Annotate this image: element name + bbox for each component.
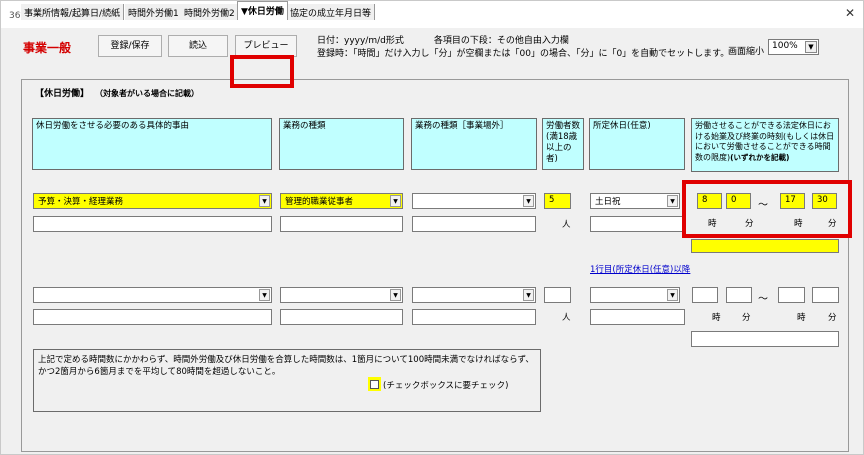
section-note: （対象者がいる場合に記載） [99, 89, 200, 98]
header-workers: 労働者数(満18歳以上の者) [542, 118, 584, 170]
header-limit: 労働させることができる法定休日における始業及び終業の時刻(もしくは休日において労… [691, 118, 839, 172]
work-type-select-2[interactable]: ▼ [280, 287, 403, 303]
minute-unit-2b: 分 [828, 313, 837, 323]
preview-button[interactable]: プレビュー [235, 35, 297, 57]
chevron-down-icon[interactable]: ▼ [805, 41, 817, 53]
annotation-box-tab [230, 55, 294, 88]
chevron-down-icon[interactable]: ▼ [390, 195, 401, 207]
tab-office-info[interactable]: 事業所情報/起算日/続紙 [21, 4, 125, 20]
zoom-value: 100% [772, 41, 798, 51]
reason-free-input-1[interactable] [33, 216, 272, 232]
notice-line-1: 上記で定める時間数にかかわらず、時間外労働及び休日労働を合算した時間数は、1箇月… [38, 355, 534, 365]
header-limit-hint: (いずれかを記載) [730, 152, 790, 162]
holiday-free-input-2[interactable] [590, 309, 685, 325]
app-window: 36協定届 ✕ 事業一般 登録/保存 読込 プレビュー 日付：yyyy/m/d形… [0, 0, 864, 455]
header-work-type-place: 業務の種類［事業場外］ [411, 118, 537, 170]
reason-free-input-2[interactable] [33, 309, 272, 325]
minute-unit-2a: 分 [742, 313, 751, 323]
copy-row1-link[interactable]: 1行目(所定休日(任意)以降 [590, 263, 690, 275]
section-title-text: 【休日労働】 [35, 89, 90, 99]
notice-line-2: かつ2箇月から6箇月までを平均して80時間を超過しないこと。 [38, 367, 281, 377]
register-info: 登録時：「時間」だけ入力し「分」が空欄または「00」の場合、「分」に「0」を自動… [317, 49, 730, 59]
limit-free-input-2[interactable] [691, 331, 839, 347]
chevron-down-icon[interactable]: ▼ [390, 289, 401, 301]
reason-select-2[interactable]: ▼ [33, 287, 272, 303]
work-type-free-input-1[interactable] [280, 216, 403, 232]
zoom-label: 画面縮小 [728, 47, 765, 57]
limit-free-input-1[interactable] [691, 239, 839, 253]
tab-divider [21, 79, 849, 80]
workers-input-2[interactable] [544, 287, 571, 303]
chevron-down-icon[interactable]: ▼ [523, 289, 534, 301]
hour-unit-2a: 時 [712, 313, 721, 323]
chevron-down-icon[interactable]: ▼ [259, 195, 270, 207]
holiday-select-2[interactable]: ▼ [590, 287, 680, 303]
date-format-info: 日付：yyyy/m/d形式 [317, 36, 404, 46]
zoom-select[interactable]: 100% ▼ [768, 39, 819, 55]
holiday-select-1[interactable]: 土日祝 ▼ [590, 193, 680, 209]
section-title: 【休日労働】 （対象者がいる場合に記載） [35, 86, 199, 99]
person-unit-1: 人 [562, 220, 571, 230]
load-button[interactable]: 読込 [168, 35, 228, 57]
free-input-info: 各項目の下段：その他自由入力欄 [433, 36, 569, 46]
workers-input-1[interactable]: 5 [544, 193, 571, 209]
header-reason: 休日労働をさせる必要のある具体的事由 [32, 118, 272, 170]
chevron-down-icon[interactable]: ▼ [259, 289, 270, 301]
work-type-place-select-1[interactable]: ▼ [412, 193, 536, 209]
tab-holiday-work[interactable]: ▼休日労働 [237, 1, 288, 20]
start-minute-input-2[interactable] [726, 287, 752, 303]
hour-unit-2b: 時 [797, 313, 806, 323]
work-type-place-select-2[interactable]: ▼ [412, 287, 536, 303]
tab-agreement-date[interactable]: 協定の成立年月日等 [287, 4, 376, 20]
header-holiday: 所定休日(任意) [589, 118, 685, 170]
person-unit-2: 人 [562, 313, 571, 323]
confirm-checkbox[interactable] [370, 380, 379, 389]
register-save-button[interactable]: 登録/保存 [98, 35, 162, 57]
work-type-select-1[interactable]: 管理的職業従事者 ▼ [280, 193, 403, 209]
tilde-label-2: ～ [758, 294, 768, 305]
chevron-down-icon[interactable]: ▼ [667, 195, 678, 207]
work-type-place-free-input-1[interactable] [412, 216, 536, 232]
reason-select-1[interactable]: 予算・決算・経理業務 ▼ [33, 193, 272, 209]
tab-overtime-2[interactable]: 時間外労働2 [181, 4, 239, 20]
work-type-free-input-2[interactable] [280, 309, 403, 325]
header-work-type: 業務の種類 [279, 118, 404, 170]
annotation-box-time [682, 180, 852, 238]
chevron-down-icon[interactable]: ▼ [667, 289, 678, 301]
chevron-down-icon[interactable]: ▼ [523, 195, 534, 207]
confirm-checkbox-label: (チェックボックスに要チェック) [383, 381, 509, 391]
reason-value-1: 予算・決算・経理業務 [38, 197, 124, 207]
end-hour-input-2[interactable] [778, 287, 805, 303]
holiday-value-1: 土日祝 [595, 197, 621, 207]
start-hour-input-2[interactable] [692, 287, 718, 303]
work-type-place-free-input-2[interactable] [412, 309, 536, 325]
info-line-1: 日付：yyyy/m/d形式 各項目の下段：その他自由入力欄 [317, 33, 569, 46]
page-heading: 事業一般 [23, 41, 72, 55]
tab-overtime-1[interactable]: 時間外労働1 [125, 4, 183, 20]
holiday-free-input-1[interactable] [590, 216, 685, 232]
close-icon[interactable]: ✕ [845, 6, 855, 20]
work-type-value-1: 管理的職業従事者 [285, 197, 354, 207]
end-minute-input-2[interactable] [812, 287, 839, 303]
checkbox-highlight [368, 377, 381, 391]
